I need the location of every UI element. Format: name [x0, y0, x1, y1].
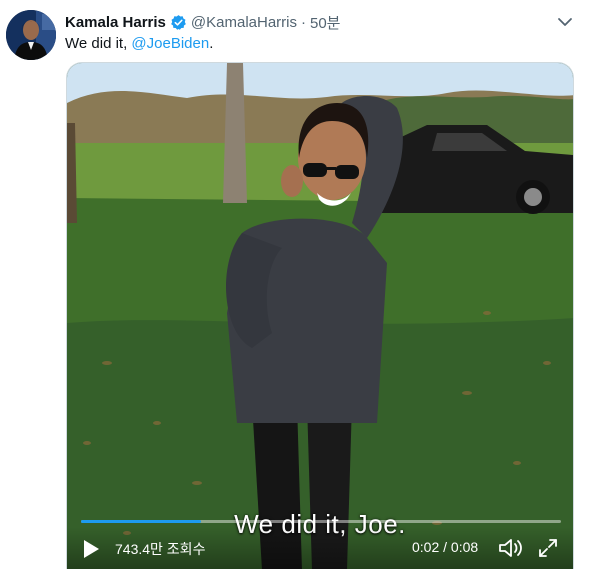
tweet-card[interactable]: Kamala Harris @KamalaHarris · 50분 We did… — [0, 0, 589, 569]
author-name[interactable]: Kamala Harris — [65, 14, 166, 31]
avatar[interactable] — [6, 10, 56, 60]
tweet-timestamp[interactable]: 50분 — [310, 12, 341, 33]
video-controls: 743.4만 조회수 0:02 / 0:08 — [67, 527, 573, 569]
separator-dot: · — [301, 13, 306, 31]
tweet-text-suffix: . — [209, 35, 214, 52]
tweet-header: Kamala Harris @KamalaHarris · 50분 — [65, 12, 341, 32]
verified-badge-icon — [170, 14, 187, 31]
volume-icon[interactable] — [497, 536, 523, 560]
play-icon[interactable] — [81, 538, 101, 560]
video-progress-fill — [81, 520, 201, 523]
chevron-down-icon[interactable] — [556, 13, 574, 31]
mention-link[interactable]: @JoeBiden — [131, 35, 209, 52]
video-player[interactable]: We did it, Joe. 743.4만 조회수 0:02 / 0:08 — [66, 62, 574, 569]
tweet-text-prefix: We did it, — [65, 35, 132, 52]
tweet-text: We did it, @JoeBiden. — [65, 34, 213, 54]
fullscreen-icon[interactable] — [537, 537, 559, 559]
video-timecode: 0:02 / 0:08 — [412, 539, 479, 555]
view-count: 743.4만 조회수 — [115, 541, 206, 557]
video-frame — [67, 63, 573, 569]
author-handle[interactable]: @KamalaHarris — [191, 14, 297, 31]
video-progress-bar[interactable] — [81, 520, 561, 523]
